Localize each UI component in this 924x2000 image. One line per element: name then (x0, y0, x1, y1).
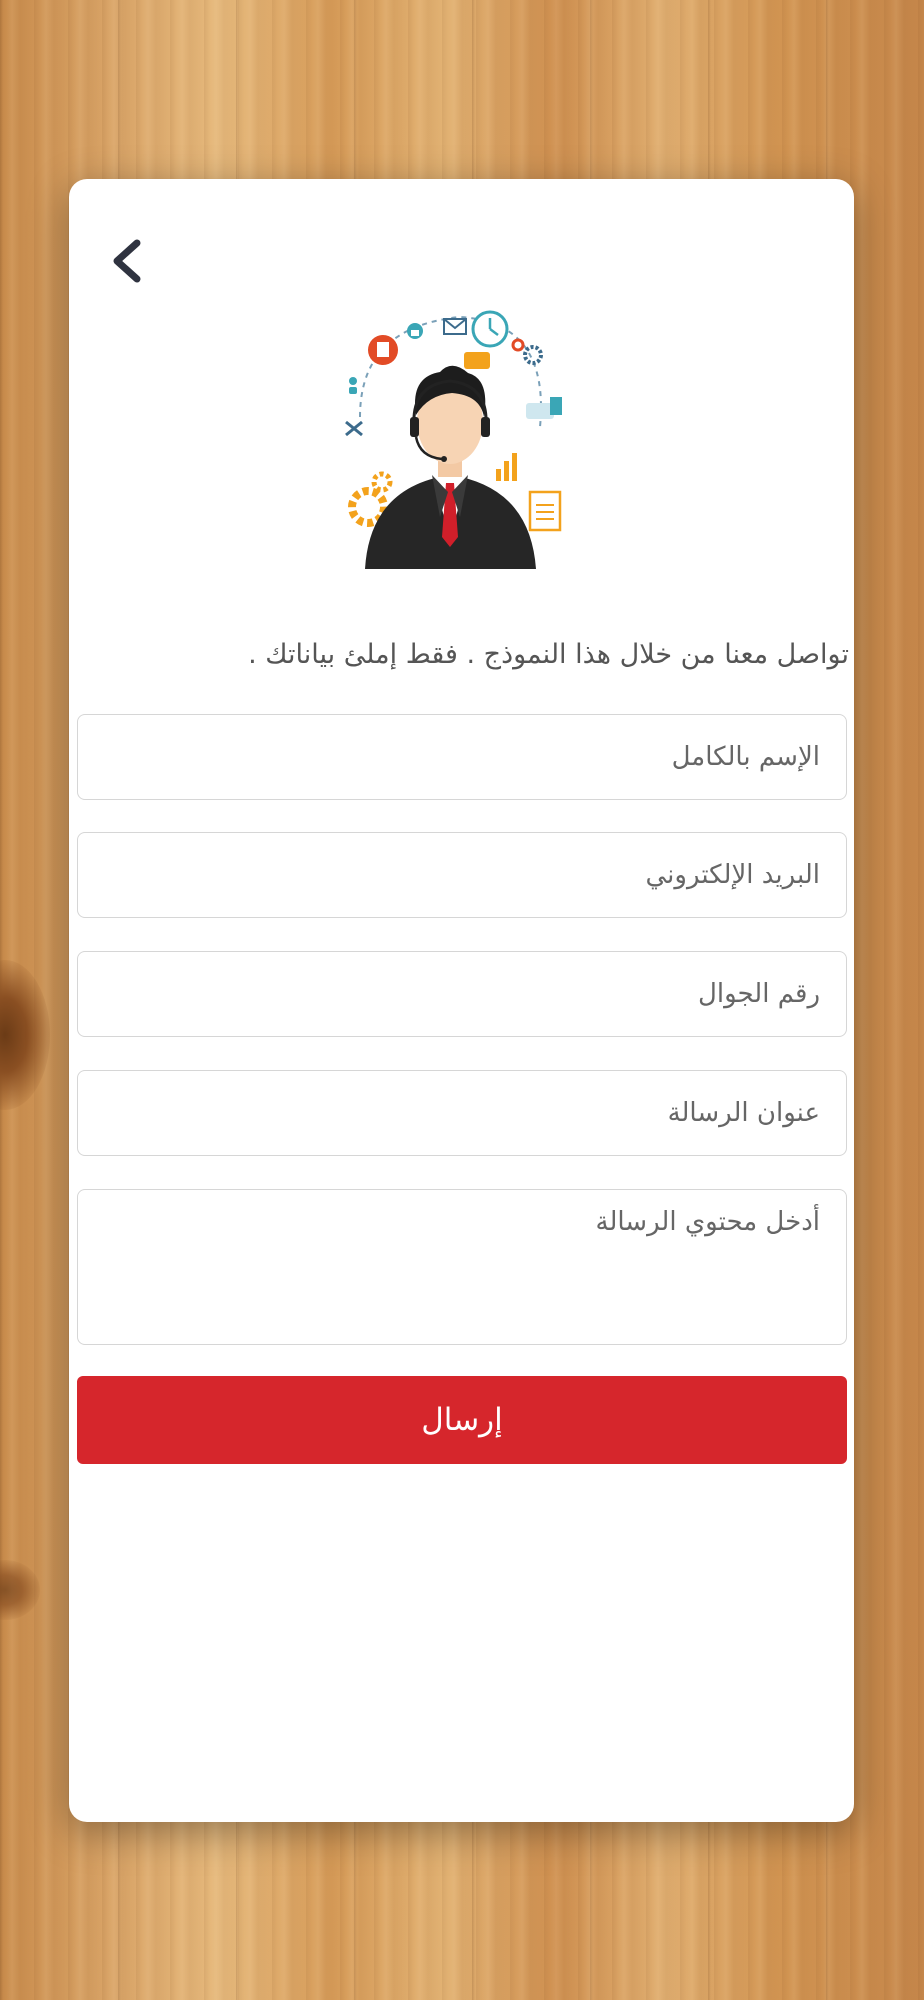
email-field[interactable] (77, 832, 847, 918)
wood-knot (0, 960, 50, 1110)
message-field[interactable] (77, 1189, 847, 1345)
wood-knot (0, 1560, 40, 1620)
intro-text: تواصل معنا من خلال هذا النموذج . فقط إمل… (248, 639, 849, 670)
subject-field[interactable] (77, 1070, 847, 1156)
back-button[interactable] (99, 231, 159, 291)
full-name-field[interactable] (77, 714, 847, 800)
submit-button[interactable]: إرسال (77, 1376, 847, 1464)
phone-field[interactable] (77, 951, 847, 1037)
customer-support-agent-icon (340, 307, 580, 577)
chevron-left-icon (113, 239, 141, 283)
contact-form-card: تواصل معنا من خلال هذا النموذج . فقط إمل… (69, 179, 854, 1822)
